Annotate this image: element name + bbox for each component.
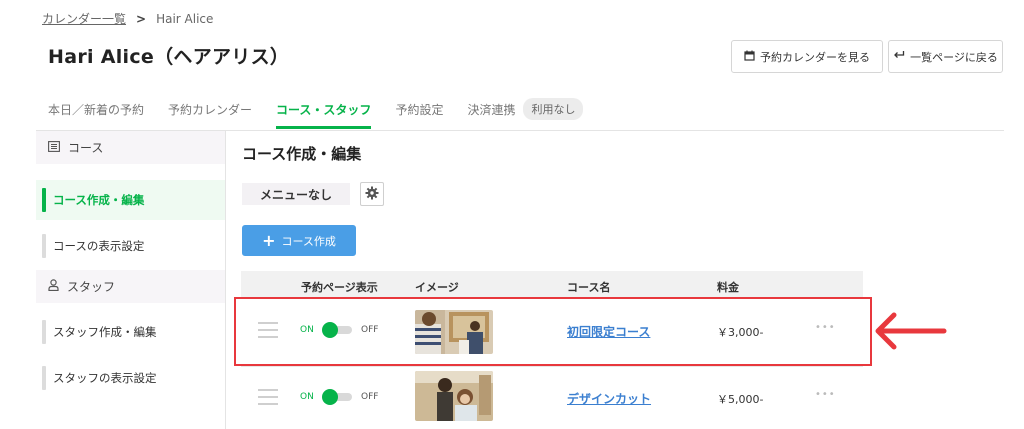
sidebar-course-header: コース [36,131,225,164]
red-arrow-icon [868,308,948,357]
highlight-box [234,297,872,366]
add-course-button[interactable]: + コース作成 [242,225,356,256]
breadcrumb-separator: > [136,11,147,26]
breadcrumb-calendar-list-link[interactable]: カレンダー一覧 [42,10,126,27]
sidebar-item-label: コースの表示設定 [53,239,145,253]
tab-today-new[interactable]: 本日／新着の予約 [48,101,144,118]
toggle-off-label: OFF [361,392,379,402]
column-header-image: イメージ [415,281,459,294]
list-icon [48,140,60,155]
course-table-header: 予約ページ表示 イメージ コース名 料金 [241,271,863,298]
breadcrumb: カレンダー一覧 > Hair Alice [42,10,213,27]
view-calendar-button[interactable]: 予約カレンダーを見る [731,40,883,73]
plus-icon: + [262,230,276,250]
course-price: ￥5,000- [717,393,764,406]
drag-handle-icon[interactable] [258,389,278,410]
menu-settings-button[interactable] [360,182,384,206]
gear-icon [365,186,379,203]
tab-reservation-calendar[interactable]: 予約カレンダー [168,101,252,118]
course-image [415,371,493,421]
column-header-visibility: 予約ページ表示 [301,281,378,294]
return-arrow-icon [893,50,905,63]
sidebar-staff-header: スタッフ [36,270,225,303]
table-row: ON OFF デザインカット ￥5,000- ••• [241,367,863,429]
sidebar: コース コース作成・編集 コースの表示設定 スタッフ スタッフ作成・編集 スタッ… [36,131,226,429]
sidebar-item-staff-edit[interactable]: スタッフ作成・編集 [36,312,225,352]
breadcrumb-current: Hair Alice [156,11,214,26]
main-section-title: コース作成・編集 [242,145,362,163]
tab-payment[interactable]: 決済連携 [467,101,515,118]
person-icon [48,279,59,294]
view-calendar-label: 予約カレンダーを見る [760,50,870,64]
sidebar-item-label: スタッフの表示設定 [53,371,157,385]
sidebar-staff-header-label: スタッフ [67,280,116,294]
payment-status-badge: 利用なし [523,98,584,120]
add-course-label: コース作成 [281,234,336,248]
visibility-toggle[interactable] [322,389,352,405]
tab-reservation-settings[interactable]: 予約設定 [395,101,443,118]
sidebar-item-course-edit[interactable]: コース作成・編集 [36,180,225,220]
tab-course-staff[interactable]: コース・スタッフ [276,101,372,129]
back-to-list-label: 一覧ページに戻る [910,50,998,64]
back-to-list-button[interactable]: 一覧ページに戻る [888,40,1003,73]
sidebar-item-staff-display[interactable]: スタッフの表示設定 [36,358,225,398]
more-icon[interactable]: ••• [815,389,836,400]
sidebar-item-label: スタッフ作成・編集 [53,325,157,339]
menu-name-label: メニューなし [242,183,350,205]
sidebar-item-label: コース作成・編集 [53,193,145,207]
sidebar-item-course-display[interactable]: コースの表示設定 [36,226,225,266]
column-header-name: コース名 [567,281,611,294]
main-tabs: 本日／新着の予約 予約カレンダー コース・スタッフ 予約設定 決済連携 利用なし [48,98,584,129]
sidebar-course-header-label: コース [68,141,104,155]
page-title: Hari Alice（ヘアアリス） [48,46,290,68]
column-header-price: 料金 [717,281,739,294]
toggle-on-label: ON [300,392,314,402]
calendar-icon [744,50,755,64]
course-name-link[interactable]: デザインカット [567,390,651,407]
